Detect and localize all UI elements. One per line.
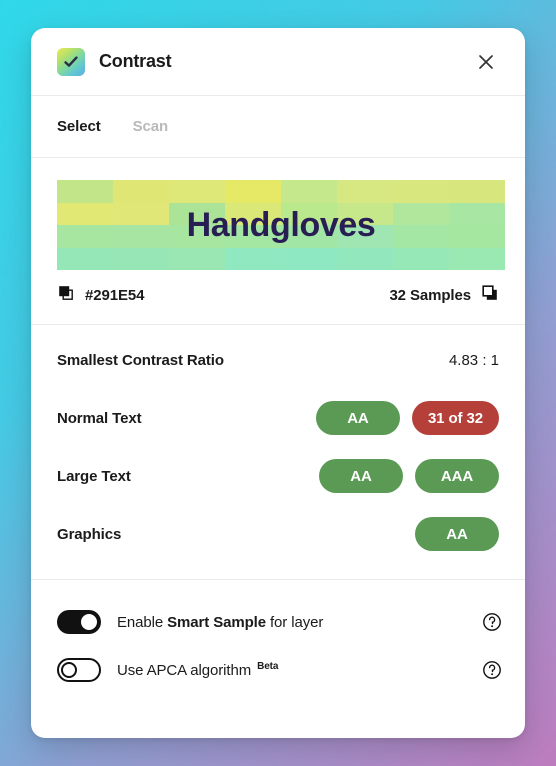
tab-scan[interactable]: Scan [133, 118, 169, 135]
samples-count-copy[interactable]: 32 Samples [389, 284, 499, 307]
setting-smart-sample: Enable Smart Sample for layer [57, 598, 503, 646]
contrast-check-icon [57, 47, 85, 76]
apca-label-text: Use APCA algorithm [117, 661, 252, 679]
row-smallest-contrast-ratio: Smallest Contrast Ratio 4.83 : 1 [57, 331, 499, 389]
help-circle-icon[interactable] [481, 611, 503, 633]
row-large-text: Large Text AA AAA [57, 447, 499, 505]
close-icon[interactable] [469, 45, 503, 79]
graphics-label: Graphics [57, 525, 122, 543]
row-graphics: Graphics AA [57, 505, 499, 563]
contrast-plugin-window: Contrast Select Scan Handgloves #291E54 … [31, 28, 525, 738]
copy-background-icon [481, 284, 499, 307]
status-badge[interactable]: 31 of 32 [411, 401, 499, 435]
settings-section: Enable Smart Sample for layer Use APCA a… [31, 580, 525, 738]
smart-sample-label-prefix: Enable [117, 613, 164, 631]
status-badge[interactable]: AAA [415, 459, 499, 493]
normal-text-label: Normal Text [57, 409, 142, 427]
foreground-hex-copy[interactable]: #291E54 [57, 284, 144, 307]
toggle-knob [61, 662, 77, 678]
swatch-meta-row: #291E54 32 Samples [57, 284, 499, 306]
smart-sample-label: Enable Smart Sample for layer [117, 614, 323, 631]
tab-select[interactable]: Select [57, 118, 101, 135]
samples-count-label: 32 Samples [389, 286, 471, 304]
help-circle-icon[interactable] [481, 659, 503, 681]
status-badge[interactable]: AA [315, 401, 400, 435]
row-normal-text: Normal Text AA 31 of 32 [57, 389, 499, 447]
smart-sample-label-suffix: for layer [269, 613, 324, 631]
setting-apca-algorithm: Use APCA algorithm Beta [57, 646, 503, 694]
tab-bar: Select Scan [31, 96, 525, 158]
color-sample-swatch[interactable]: Handgloves [57, 180, 505, 270]
status-badge[interactable]: AA [319, 459, 403, 493]
normal-text-badges: AA 31 of 32 [315, 401, 499, 435]
window-header: Contrast [31, 28, 525, 96]
page-title: Contrast [99, 51, 172, 71]
ratio-label: Smallest Contrast Ratio [57, 351, 224, 369]
apca-algorithm-label: Use APCA algorithm Beta [117, 660, 279, 679]
smart-sample-toggle[interactable] [57, 610, 101, 634]
preview-section: Handgloves #291E54 32 Samples [31, 158, 525, 325]
foreground-hex-label: #291E54 [85, 286, 145, 304]
sample-text: Handgloves [186, 205, 376, 244]
apca-algorithm-toggle[interactable] [57, 658, 101, 682]
ratio-value: 4.83 : 1 [448, 351, 499, 369]
graphics-badges: AA [415, 517, 499, 551]
beta-badge: Beta [257, 660, 279, 672]
status-badge[interactable]: AA [415, 517, 499, 551]
copy-foreground-icon [57, 284, 75, 307]
large-text-label: Large Text [57, 467, 131, 485]
toggle-knob [81, 614, 97, 630]
large-text-badges: AA AAA [319, 459, 499, 493]
smart-sample-label-strong: Smart Sample [167, 613, 266, 631]
results-section: Smallest Contrast Ratio 4.83 : 1 Normal … [31, 325, 525, 580]
